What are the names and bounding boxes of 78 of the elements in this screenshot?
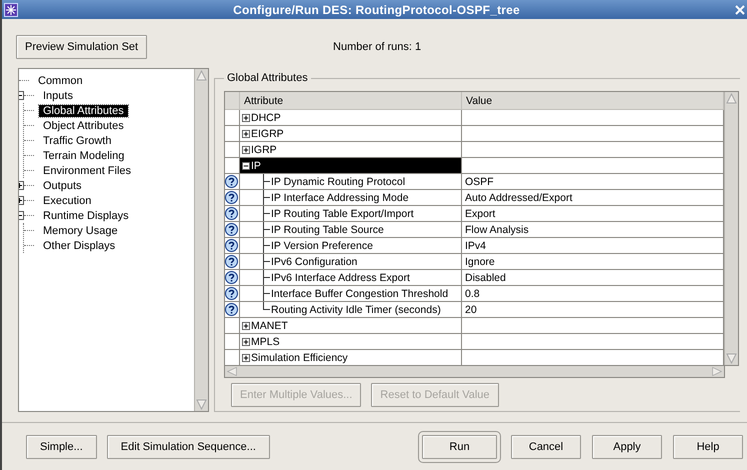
action-button[interactable]: Simple... xyxy=(26,435,97,459)
table-cell[interactable] xyxy=(462,110,724,126)
tree-item[interactable]: Traffic Growth xyxy=(39,134,116,146)
help-icon[interactable] xyxy=(225,207,238,220)
dialog-button[interactable]: Apply xyxy=(592,435,662,459)
tree-item[interactable]: Global Attributes xyxy=(39,104,128,116)
dialog-button[interactable]: Cancel xyxy=(511,435,581,459)
table-cell[interactable]: 0.8 xyxy=(462,286,724,302)
close-icon[interactable] xyxy=(735,4,745,14)
group-label: IGRP xyxy=(251,144,277,156)
table-cell: IP Routing Table Export/Import xyxy=(271,208,414,220)
table-cell[interactable]: Ignore xyxy=(462,254,724,270)
table-cell: IPv6 Configuration xyxy=(271,256,358,268)
table-cell[interactable]: IP xyxy=(240,158,462,174)
help-icon[interactable] xyxy=(225,303,238,316)
help-icon[interactable] xyxy=(225,287,238,300)
table-cell: IP Dynamic Routing Protocol xyxy=(271,176,406,188)
table-cell[interactable]: MPLS xyxy=(240,334,462,350)
table-cell[interactable] xyxy=(462,142,724,158)
tree-item[interactable]: Common xyxy=(34,74,87,86)
table-cell: IP Routing Table Source xyxy=(271,224,384,236)
runs-count: Number of runs: 1 xyxy=(332,40,422,52)
dialog-button[interactable]: Help xyxy=(673,435,743,459)
expand-icon[interactable] xyxy=(242,146,250,154)
expand-icon[interactable] xyxy=(242,338,250,346)
table-cell[interactable] xyxy=(462,126,724,142)
help-icon[interactable] xyxy=(225,255,238,268)
table-cell[interactable]: Disabled xyxy=(462,270,724,286)
tree-item[interactable]: Object Attributes xyxy=(39,120,128,132)
table-cell[interactable]: MANET xyxy=(240,318,462,334)
table-cell: IPv6 Interface Address Export xyxy=(271,272,410,284)
collapse-icon[interactable] xyxy=(242,162,250,170)
group-label: IP xyxy=(251,160,261,172)
expand-icon[interactable] xyxy=(242,130,250,138)
expand-icon[interactable] xyxy=(242,322,250,330)
table-cell: Routing Activity Idle Timer (seconds) xyxy=(271,304,441,316)
table-cell[interactable]: Export xyxy=(462,206,724,222)
help-icon[interactable] xyxy=(225,271,238,284)
table-cell[interactable]: IPv4 xyxy=(462,238,724,254)
help-icon[interactable] xyxy=(225,223,238,236)
table-cell: IP Version Preference xyxy=(271,240,373,252)
group-label: EIGRP xyxy=(251,128,284,140)
table-cell[interactable]: Flow Analysis xyxy=(462,222,724,238)
group-label: MPLS xyxy=(251,336,280,348)
table-cell[interactable] xyxy=(462,318,724,334)
expand-icon[interactable] xyxy=(242,354,250,362)
tree-item[interactable]: Other Displays xyxy=(39,240,120,252)
tree-item[interactable]: Environment Files xyxy=(39,164,136,176)
help-icon[interactable] xyxy=(225,191,238,204)
table-cell[interactable]: EIGRP xyxy=(240,126,462,142)
header-cell xyxy=(225,92,240,110)
table-cell[interactable] xyxy=(462,334,724,350)
table-cell: Interface Buffer Congestion Threshold xyxy=(271,288,448,300)
tree-item[interactable]: Inputs xyxy=(39,90,77,102)
tree-item[interactable]: Execution xyxy=(39,194,96,206)
group-title: Global Attributes xyxy=(226,72,309,84)
help-icon[interactable] xyxy=(225,175,238,188)
tree-item[interactable]: Memory Usage xyxy=(39,224,122,236)
preview-button[interactable]: Preview Simulation Set xyxy=(16,34,148,58)
table-cell[interactable]: 20 xyxy=(462,302,724,318)
help-icon[interactable] xyxy=(225,239,238,252)
tree-item[interactable]: Runtime Displays xyxy=(39,210,133,222)
tree-item[interactable]: Outputs xyxy=(39,180,86,192)
expand-icon[interactable] xyxy=(242,114,250,122)
app-icon xyxy=(4,2,18,16)
table-cell[interactable]: OSPF xyxy=(462,174,724,190)
column-header[interactable]: Attribute xyxy=(240,92,462,110)
table-cell[interactable]: Auto Addressed/Export xyxy=(462,190,724,206)
group-label: Simulation Efficiency xyxy=(251,352,348,364)
window-title: Configure/Run DES: RoutingProtocol-OSPF_tree xyxy=(233,2,520,16)
column-header[interactable]: Value xyxy=(462,92,724,110)
table-cell: IP Interface Addressing Mode xyxy=(271,192,409,204)
action-button[interactable]: Edit Simulation Sequence... xyxy=(106,435,270,459)
table-cell[interactable] xyxy=(462,158,724,174)
group-label: DHCP xyxy=(251,112,281,124)
tree-item[interactable]: Terrain Modeling xyxy=(39,150,128,162)
group-label: MANET xyxy=(251,320,288,332)
table-cell[interactable]: DHCP xyxy=(240,110,462,126)
